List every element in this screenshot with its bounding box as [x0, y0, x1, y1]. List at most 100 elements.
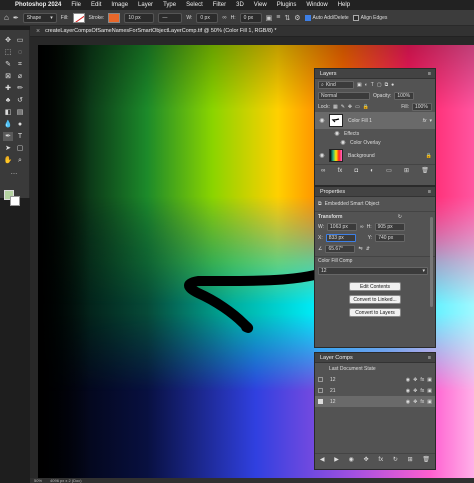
filter-pixel-icon[interactable]: ▣	[357, 82, 362, 88]
menu-window[interactable]: Window	[306, 2, 327, 8]
edit-contents-button[interactable]: Edit Contents	[349, 282, 401, 291]
dodge-tool-icon[interactable]: ●	[15, 120, 25, 129]
menu-layer[interactable]: Layer	[138, 2, 153, 8]
healing-tool-icon[interactable]: ✚	[3, 84, 13, 93]
visibility-eye-icon[interactable]: ◉	[406, 377, 410, 383]
menu-filter[interactable]: Filter	[213, 2, 226, 8]
close-icon[interactable]: ×	[36, 28, 40, 35]
filter-toggle-icon[interactable]: ●	[391, 82, 394, 88]
trash-icon[interactable]: 🗑	[422, 456, 430, 463]
apply-comp-box-icon[interactable]	[318, 377, 323, 382]
quick-select-tool-icon[interactable]: ✎	[3, 60, 13, 69]
layer-comp-row[interactable]: 12 ◉ ✥ fx ▣	[315, 374, 435, 385]
comp-select[interactable]: 12 ▾	[318, 266, 428, 275]
comp-settings-icon[interactable]: ▣	[427, 388, 432, 394]
gradient-tool-icon[interactable]: ▤	[15, 108, 25, 117]
stroke-swatch[interactable]	[108, 12, 121, 23]
stroke-width-input[interactable]: 10 px	[124, 12, 155, 23]
lock-all-icon[interactable]: 🔒	[363, 104, 369, 110]
visibility-eye-icon[interactable]: ◉	[318, 152, 326, 159]
apply-comp-box-icon[interactable]	[318, 399, 323, 404]
panel-menu-icon[interactable]: ≡	[428, 71, 431, 77]
filter-adjust-icon[interactable]: ◐	[365, 82, 368, 88]
shape-tool-icon[interactable]: ▢	[15, 144, 25, 153]
path-ops-icon[interactable]: ▣	[266, 14, 273, 22]
hand-tool-icon[interactable]: ✋	[3, 156, 13, 165]
chevron-down-icon[interactable]: ▾	[429, 118, 432, 124]
menu-help[interactable]: Help	[338, 2, 350, 8]
new-group-icon[interactable]: ▭	[386, 167, 392, 174]
menu-view[interactable]: View	[254, 2, 267, 8]
panel-menu-icon[interactable]: ≡	[428, 355, 431, 361]
brush-tool-icon[interactable]: ✏	[15, 84, 25, 93]
fx-icon[interactable]: fx	[420, 399, 424, 405]
y-input[interactable]: 740 px	[375, 233, 406, 242]
link-icon[interactable]: ∞	[360, 224, 364, 230]
width-input[interactable]: 0 px	[196, 12, 219, 23]
visibility-eye-icon[interactable]: ◉	[406, 388, 410, 394]
w-input[interactable]: 1063 px	[327, 222, 358, 231]
menu-plugins[interactable]: Plugins	[277, 2, 297, 8]
lock-pixels-icon[interactable]: ▦	[333, 104, 338, 110]
fill-input[interactable]: 100%	[412, 102, 432, 111]
update-position-icon[interactable]: ✥	[364, 456, 369, 463]
add-mask-icon[interactable]: ◘	[354, 168, 358, 174]
filter-type-icon[interactable]: T	[371, 82, 374, 88]
flip-vertical-icon[interactable]: ⇵	[366, 246, 370, 252]
lock-artboard-icon[interactable]: ▭	[355, 104, 360, 110]
more-tools-icon[interactable]: …	[9, 168, 19, 177]
update-appearance-icon[interactable]: fx	[378, 457, 383, 463]
lock-move-icon[interactable]: ✥	[348, 104, 352, 110]
history-brush-tool-icon[interactable]: ↺	[15, 96, 25, 105]
filter-shape-icon[interactable]: ▢	[377, 82, 382, 88]
layer-comp-row-selected[interactable]: 12 ◉ ✥ fx ▣	[315, 396, 435, 407]
height-input[interactable]: 0 px	[239, 12, 262, 23]
filter-smart-icon[interactable]: ⧉	[385, 82, 389, 88]
h-input[interactable]: 905 px	[374, 222, 405, 231]
home-icon[interactable]: ⌂	[4, 13, 9, 22]
new-comp-icon[interactable]: ⊞	[408, 456, 413, 463]
fx-icon[interactable]: fx	[420, 388, 424, 394]
menu-image[interactable]: Image	[111, 2, 128, 8]
visibility-eye-icon[interactable]: ◉	[333, 130, 341, 137]
status-zoom[interactable]: 50%	[34, 478, 42, 483]
stroke-type-select[interactable]: —	[158, 12, 183, 23]
reset-transform-icon[interactable]: ↻	[398, 214, 402, 220]
position-icon[interactable]: ✥	[413, 377, 417, 383]
comp-settings-icon[interactable]: ▣	[427, 377, 432, 383]
menu-file[interactable]: File	[71, 2, 81, 8]
artboard-tool-icon[interactable]: ▭	[15, 36, 25, 45]
blend-mode-select[interactable]: Normal	[318, 91, 370, 100]
move-tool-icon[interactable]: ✥	[3, 36, 13, 45]
auto-add-delete-checkbox[interactable]: Auto Add/Delete	[304, 14, 349, 21]
marquee-tool-icon[interactable]: ⬚	[3, 48, 13, 57]
document-tab[interactable]: × createLayerCompsOfSameNamesForSmartObj…	[30, 26, 474, 37]
convert-to-linked-button[interactable]: Convert to Linked...	[349, 295, 401, 304]
visibility-eye-icon[interactable]: ◉	[339, 139, 347, 146]
link-icon[interactable]: ∞	[222, 15, 226, 21]
update-visibility-icon[interactable]: ◉	[349, 456, 354, 463]
menu-3d[interactable]: 3D	[236, 2, 244, 8]
link-layers-icon[interactable]: ∞	[321, 168, 325, 174]
color-overlay-row[interactable]: ◉ Color Overlay	[315, 138, 435, 147]
align-edges-checkbox[interactable]: Align Edges	[352, 14, 387, 21]
properties-panel-tab[interactable]: Properties ≡	[315, 187, 435, 197]
flip-horizontal-icon[interactable]: ⇋	[358, 246, 362, 252]
eyedropper-tool-icon[interactable]: ⌀	[15, 72, 25, 81]
fx-icon[interactable]: fx	[420, 377, 424, 383]
path-select-tool-icon[interactable]: ➤	[3, 144, 13, 153]
layer-row-color-fill[interactable]: ◉ Color Fill 1 fx ▾	[315, 112, 435, 129]
convert-to-layers-button[interactable]: Convert to Layers	[349, 308, 401, 317]
background-color-swatch[interactable]	[10, 196, 20, 206]
path-arrange-icon[interactable]: ⇅	[284, 14, 290, 22]
menu-select[interactable]: Select	[186, 2, 203, 8]
position-icon[interactable]: ✥	[413, 399, 417, 405]
trash-icon[interactable]: 🗑	[421, 167, 429, 174]
lasso-tool-icon[interactable]: ◌	[15, 48, 25, 57]
panel-menu-icon[interactable]: ≡	[428, 189, 431, 195]
effects-row[interactable]: ◉ Effects	[315, 129, 435, 138]
crop-tool-icon[interactable]: ⌗	[15, 60, 25, 69]
apply-comp-box-icon[interactable]	[318, 388, 323, 393]
tool-mode-select[interactable]: Shape ▾	[22, 12, 57, 23]
adjustment-layer-icon[interactable]: ◐	[370, 168, 374, 174]
